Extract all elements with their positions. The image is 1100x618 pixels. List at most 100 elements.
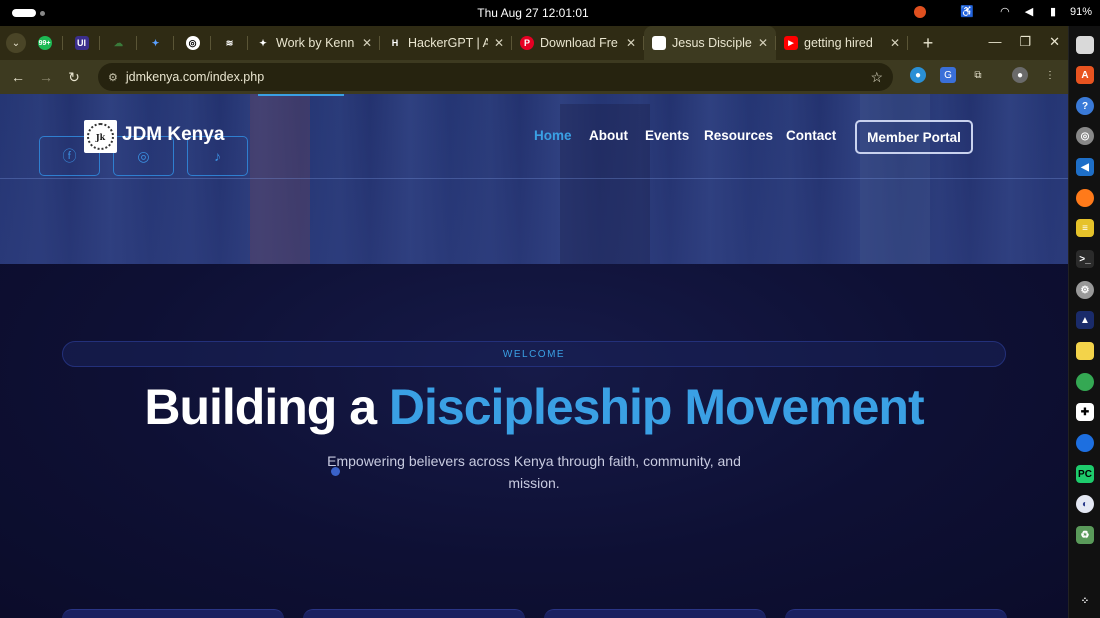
software-center-icon[interactable]: A xyxy=(1076,66,1094,84)
mouse-cursor xyxy=(331,467,340,476)
feature-card[interactable] xyxy=(544,609,766,618)
pinterest-icon: P xyxy=(520,36,534,50)
site-logo[interactable]: Jk xyxy=(84,120,117,153)
instagram-icon: ◎ xyxy=(137,147,150,164)
maximize-icon[interactable]: ❐ xyxy=(1019,34,1031,50)
pinned-tab-3[interactable]: ☁ xyxy=(100,26,137,60)
logo-mark: Jk xyxy=(87,123,114,150)
nav-about[interactable]: About xyxy=(589,128,628,143)
tiktok-icon: ♪ xyxy=(214,148,221,164)
nav-resources[interactable]: Resources xyxy=(704,128,773,143)
badge-99-icon: 99+ xyxy=(37,36,52,50)
youtube-icon: ▶ xyxy=(784,36,798,50)
tab-download-free[interactable]: P Download Fre ✕ xyxy=(512,26,644,60)
cloud-icon: ☁ xyxy=(114,37,123,48)
tab-jesus-disciple[interactable]: Jesus Disciple ✕ xyxy=(644,26,776,60)
close-tab-icon[interactable]: ✕ xyxy=(758,36,768,50)
help-icon[interactable]: ? xyxy=(1076,97,1094,115)
gemini-icon: ✦ xyxy=(151,37,160,48)
extensions-puzzle-icon[interactable]: ⧉ xyxy=(970,67,986,83)
close-tab-icon[interactable]: ✕ xyxy=(362,36,372,50)
tab-getting-hired[interactable]: ▶ getting hired ✕ xyxy=(776,26,908,60)
pinned-tab-1[interactable]: 99+ xyxy=(26,26,63,60)
page-favicon-icon xyxy=(652,36,666,50)
window-controls: — ❐ ✕ xyxy=(988,34,1060,50)
pinned-tab-6[interactable]: ≋ xyxy=(211,26,248,60)
thunderbird-icon[interactable] xyxy=(1076,434,1094,452)
app-dock: A ? ◎ ◀ ≡ >_ ⚙ ▲ ✚ PC ◐ ♻ ⁘ xyxy=(1068,26,1100,618)
pinned-tab-4[interactable]: ✦ xyxy=(137,26,174,60)
hero-subtitle: Empowering believers across Kenya throug… xyxy=(327,453,741,491)
extension-translate-icon[interactable]: G xyxy=(940,67,956,83)
url-text[interactable]: jdmkenya.com/index.php xyxy=(126,70,264,84)
settings-icon[interactable]: ⚙ xyxy=(1076,281,1094,299)
welcome-badge: WELCOME xyxy=(62,341,1006,367)
os-top-bar: Thu Aug 27 12:01:01 ♿ ◠ ◀ ▮ 91% xyxy=(0,0,1100,26)
tab-hackergpt[interactable]: H HackerGPT | A ✕ xyxy=(380,26,512,60)
toolbar: ← → ↻ ⚙ jdmkenya.com/index.php ☆ ● G ⧉ ●… xyxy=(0,60,1068,94)
address-bar[interactable]: ⚙ jdmkenya.com/index.php ☆ xyxy=(98,63,893,91)
terminal-icon[interactable]: >_ xyxy=(1076,250,1094,268)
hackergpt-icon: H xyxy=(391,38,399,48)
nav-contact[interactable]: Contact xyxy=(786,128,836,143)
top-accent-bar xyxy=(258,94,344,96)
stack-icon: ≋ xyxy=(225,37,234,48)
profile-avatar[interactable]: ● xyxy=(1012,67,1028,83)
feature-card[interactable] xyxy=(785,609,1007,618)
chrome-icon[interactable] xyxy=(1076,373,1094,391)
minimize-icon[interactable]: — xyxy=(988,34,1001,50)
ui-icon: UI xyxy=(74,36,89,50)
close-window-icon[interactable]: ✕ xyxy=(1049,34,1060,50)
accessibility-icon[interactable]: ♿ xyxy=(960,5,974,19)
extensions: ● G ⧉ ● ⋮ xyxy=(910,67,1058,83)
forward-icon[interactable]: → xyxy=(32,69,60,85)
eclipse-icon[interactable]: ◐ xyxy=(1076,495,1094,513)
battery-icon[interactable]: ▮ xyxy=(1046,5,1060,19)
pinned-tab-5[interactable]: ◎ xyxy=(174,26,211,60)
firefox-icon[interactable] xyxy=(1076,189,1094,207)
arch-icon[interactable]: ▲ xyxy=(1076,311,1094,329)
vscode-icon[interactable]: ◀ xyxy=(1076,158,1094,176)
close-tab-icon[interactable]: ✕ xyxy=(890,36,900,50)
feature-card[interactable] xyxy=(62,609,284,618)
files-icon[interactable] xyxy=(1076,36,1094,54)
header-divider xyxy=(0,178,1068,179)
close-tab-icon[interactable]: ✕ xyxy=(494,36,504,50)
system-clock[interactable]: Thu Aug 27 12:01:01 xyxy=(0,6,1066,20)
star-icon: ✦ xyxy=(259,37,267,48)
extension-globe-icon[interactable]: ● xyxy=(910,67,926,83)
pycharm-icon[interactable]: PC xyxy=(1076,465,1094,483)
facebook-icon: ⓕ xyxy=(62,148,77,164)
stack-app-icon[interactable]: ≡ xyxy=(1076,219,1094,237)
web-page: ⓕ ◎ ♪ Jk JDM Kenya Home About Events Res… xyxy=(0,94,1068,618)
tab-search-chevron-icon[interactable]: ⌄ xyxy=(6,33,26,53)
nav-events[interactable]: Events xyxy=(645,128,689,143)
feature-card[interactable] xyxy=(303,609,525,618)
close-tab-icon[interactable]: ✕ xyxy=(626,36,636,50)
battery-level: 91% xyxy=(1069,6,1092,18)
wifi-icon[interactable]: ◠ xyxy=(998,5,1012,19)
chatgpt-icon: ◎ xyxy=(185,36,200,50)
tab-work-by-kenn[interactable]: ✦ Work by Kenn ✕ xyxy=(248,26,380,60)
back-icon[interactable]: ← xyxy=(4,69,32,85)
bookmark-star-icon[interactable]: ☆ xyxy=(870,69,883,86)
volume-icon[interactable]: ◀ xyxy=(1022,5,1036,19)
nav-home[interactable]: Home xyxy=(534,128,572,143)
new-tab-icon[interactable]: + xyxy=(918,33,938,54)
reload-icon[interactable]: ↻ xyxy=(60,69,88,86)
show-apps-icon[interactable]: ⁘ xyxy=(1076,592,1094,610)
disk-icon[interactable]: ◎ xyxy=(1076,127,1094,145)
hero-headline: Building a Discipleship Movement xyxy=(144,379,924,435)
update-alert-icon[interactable] xyxy=(913,6,926,18)
slack-icon[interactable]: ✚ xyxy=(1076,403,1094,421)
browser-menu-icon[interactable]: ⋮ xyxy=(1042,67,1058,83)
pinned-tab-2[interactable]: UI xyxy=(63,26,100,60)
member-portal-button[interactable]: Member Portal xyxy=(855,120,973,154)
site-brand[interactable]: JDM Kenya xyxy=(122,124,224,146)
site-info-icon[interactable]: ⚙ xyxy=(108,71,118,84)
system-tray: ♿ ◠ ◀ ▮ 91% xyxy=(913,5,1092,19)
welcome-section: WELCOME Building a Discipleship Movement… xyxy=(0,264,1068,618)
tab-strip: ⌄ 99+ UI ☁ ✦ ◎ ≋ ✦ Work by Kenn ✕ H Hack… xyxy=(0,26,1068,60)
trash-icon[interactable]: ♻ xyxy=(1076,526,1094,544)
notes-icon[interactable] xyxy=(1076,342,1094,360)
